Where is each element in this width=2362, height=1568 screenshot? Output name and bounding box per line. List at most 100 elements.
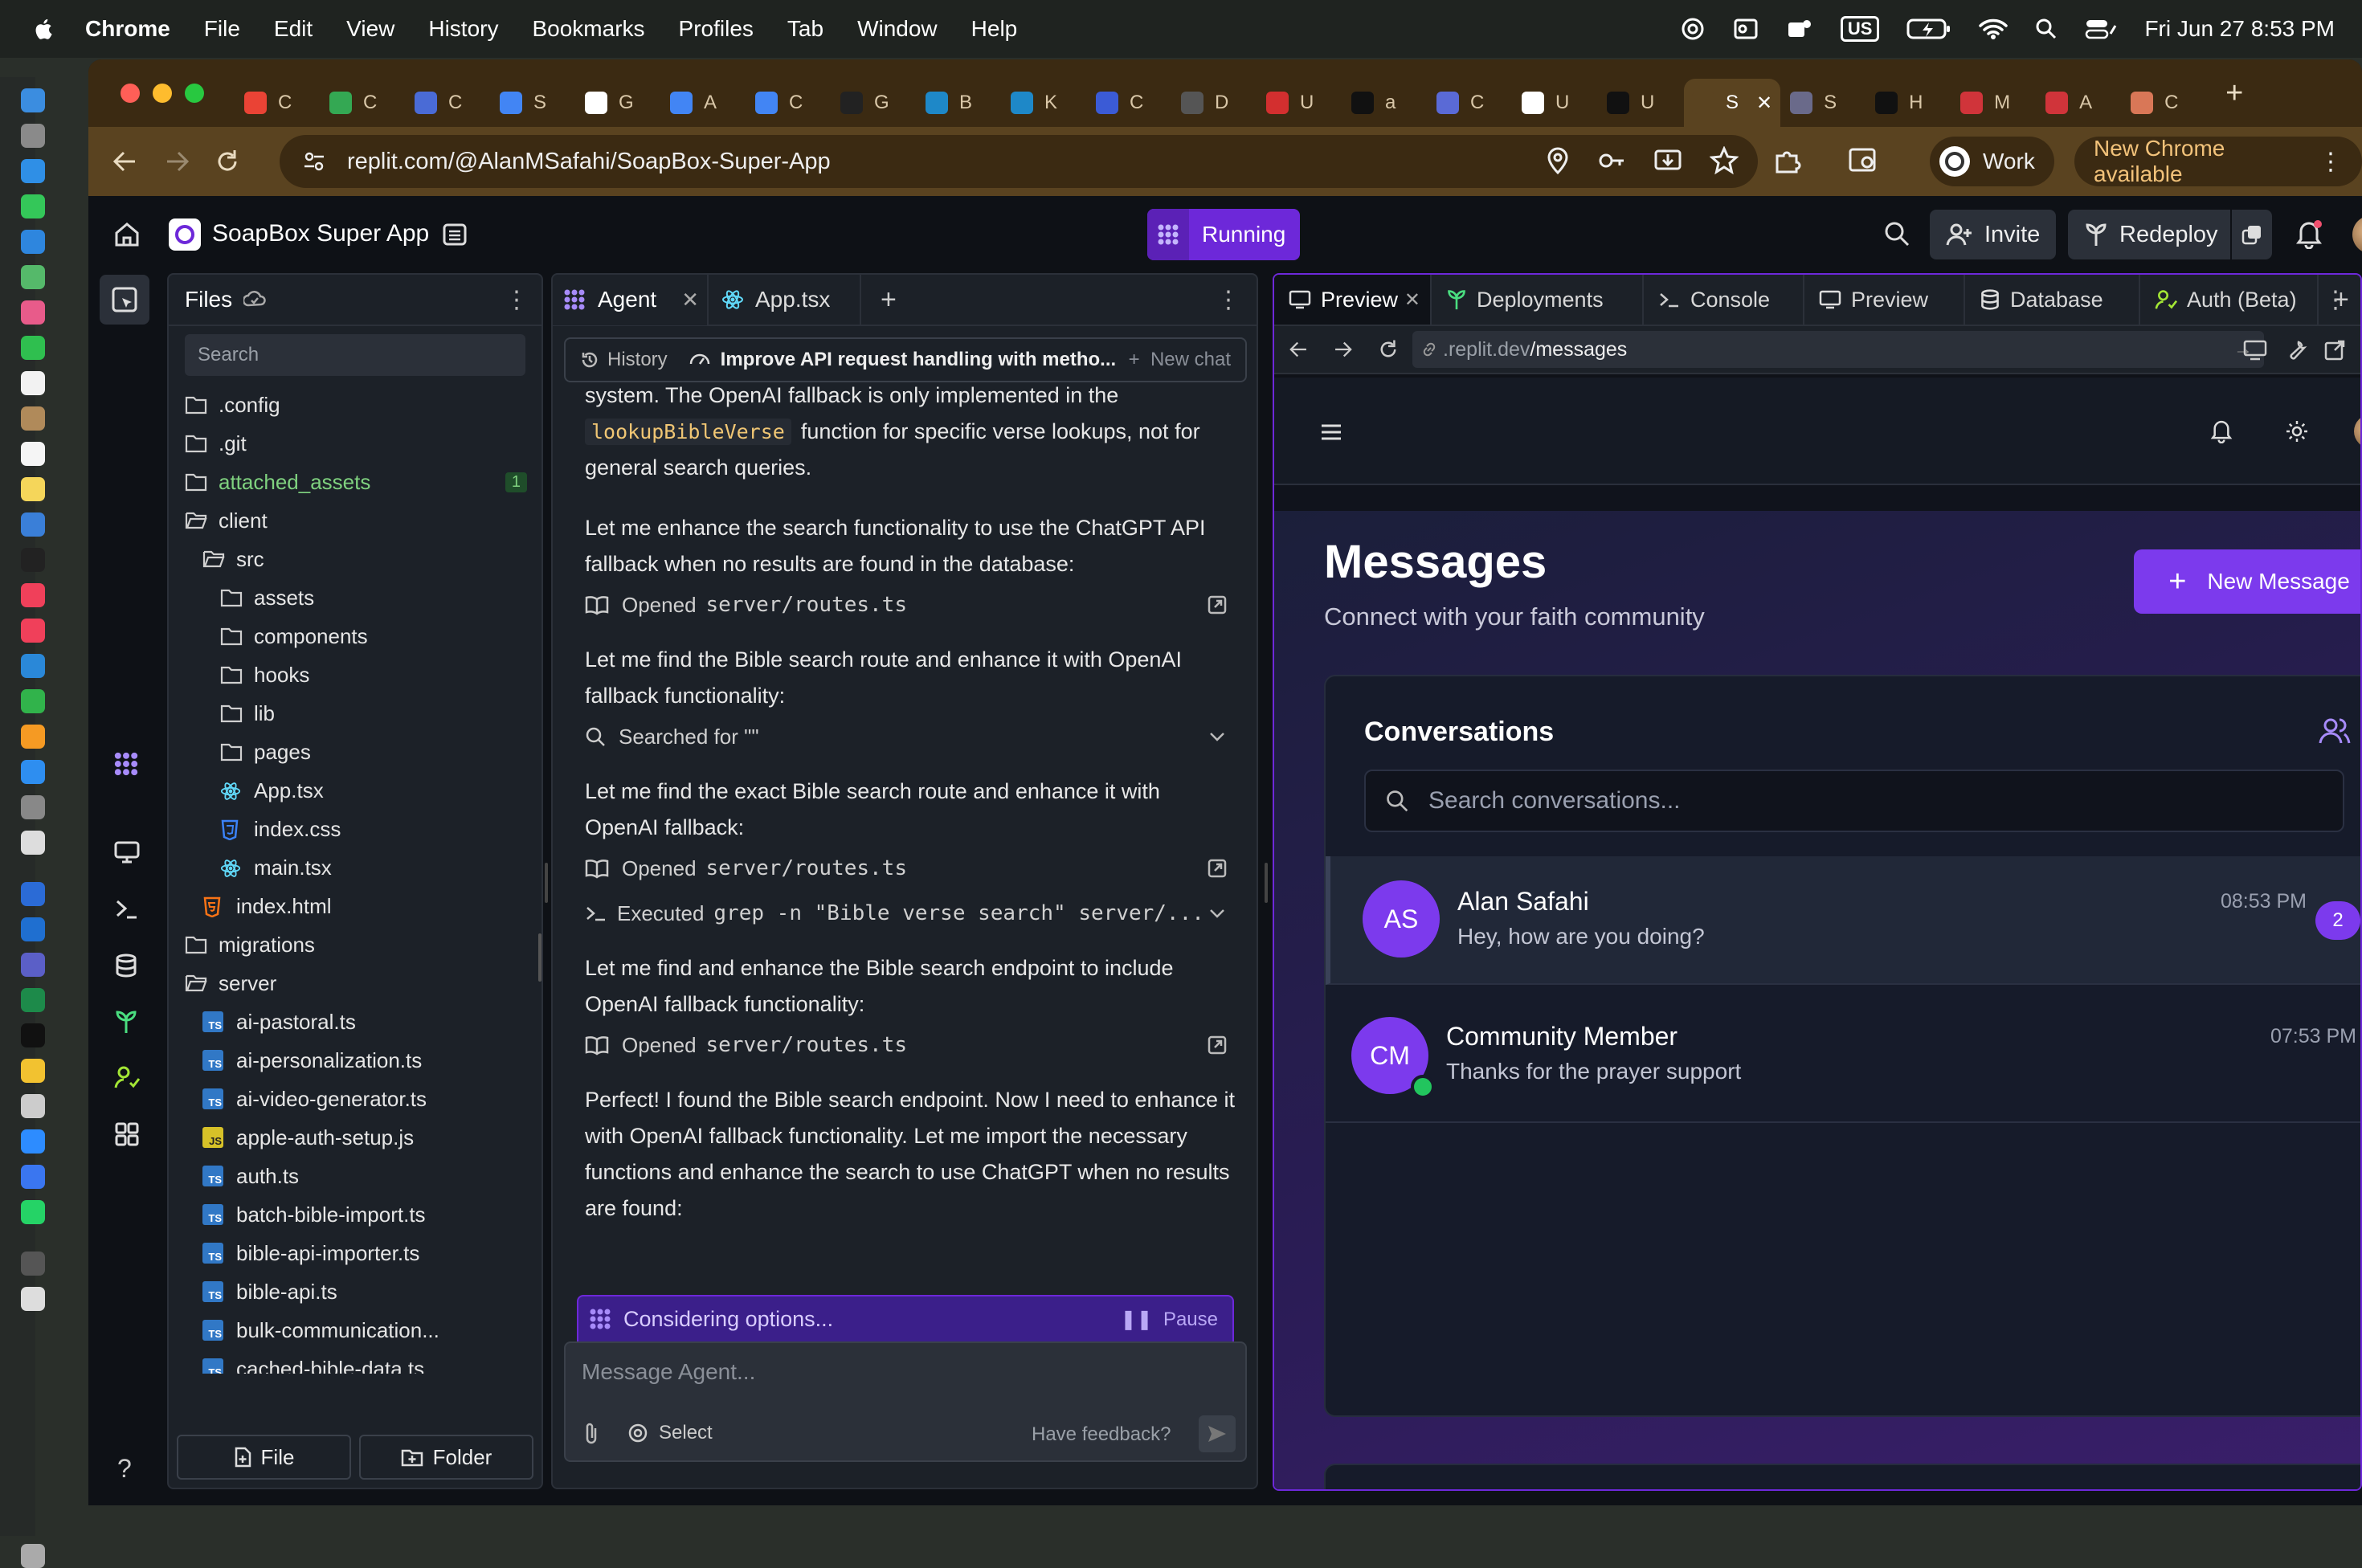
open-in-editor-icon[interactable] [1207,594,1228,615]
launchpad-icon[interactable] [21,124,45,148]
browser-tab[interactable]: G [577,79,660,127]
conversation-search-input[interactable]: Search conversations... [1364,770,2344,832]
tool-executed[interactable]: Executed grep -n "Bible verse search" ser… [585,891,1236,936]
conversation-item[interactable]: CM Community Member Thanks for the praye… [1326,986,2360,1123]
file-tree-item[interactable]: client [169,501,541,540]
file-tree-item[interactable]: migrations [169,925,541,964]
clock-datetime[interactable]: Fri Jun 27 8:53 PM [2144,16,2335,42]
devices-icon[interactable] [2243,339,2267,361]
file-tree-item[interactable]: TS ai-pastoral.ts [169,1002,541,1041]
history-label[interactable]: History [607,349,668,371]
open-new-window-icon[interactable] [2323,339,2346,361]
new-message-button[interactable]: + New Message [2134,549,2360,614]
freeform-icon[interactable] [21,512,45,537]
project-avatar-icon[interactable] [169,218,201,251]
menu-help[interactable]: Help [971,16,1018,42]
tab-deployments[interactable]: Deployments [1432,275,1644,325]
maps-icon[interactable] [21,265,45,289]
site-settings-icon[interactable] [302,149,326,174]
close-tab-icon[interactable]: ✕ [1404,288,1420,312]
file-tree-item[interactable]: TS ai-personalization.ts [169,1041,541,1080]
file-tree-item[interactable]: attached_assets 1 [169,463,541,501]
project-name[interactable]: SoapBox Super App [212,220,429,247]
outlook-icon[interactable] [21,917,45,941]
browser-tab[interactable]: U [1258,79,1342,127]
tab-preview-active[interactable]: Preview ✕ [1274,275,1432,325]
mail-icon[interactable] [21,230,45,254]
browser-tab[interactable]: K [1003,79,1086,127]
control-center-icon[interactable] [2085,18,2117,40]
new-chat-button[interactable]: + New chat [1129,349,1231,371]
file-tree-item[interactable]: index.css [169,810,541,848]
file-tree-item[interactable]: pages [169,733,541,771]
teams-status-icon[interactable] [1786,16,1813,42]
menu-app-name[interactable]: Chrome [85,16,170,42]
browser-tab[interactable]: C [407,79,490,127]
battery-icon[interactable] [1906,18,1951,40]
workspace-menu-icon[interactable] [442,222,468,247]
notifications-bell-icon[interactable] [2295,218,2323,249]
files-search-input[interactable]: Search [185,334,525,376]
keynote-icon[interactable] [21,654,45,678]
tv-icon[interactable] [21,548,45,572]
deploy-menu-button[interactable] [2230,210,2272,259]
file-tree-item[interactable]: main.tsx [169,848,541,887]
finder-icon[interactable] [21,88,45,112]
history-icon[interactable] [580,350,599,370]
file-tree-item[interactable]: .git [169,424,541,463]
redeploy-button[interactable]: Redeploy [2068,210,2234,259]
invite-button[interactable]: Invite [1930,210,2057,259]
open-in-editor-icon[interactable] [1207,1035,1228,1056]
agent-rail-icon[interactable] [112,750,140,778]
new-file-button[interactable]: File [177,1435,351,1480]
browser-tab[interactable]: U [1599,79,1682,127]
browser-tab[interactable]: C [321,79,405,127]
agent-input-box[interactable]: Message Agent... Select Have feedback? [564,1341,1247,1462]
deployments-rail-icon[interactable] [114,1009,138,1035]
send-button[interactable] [1199,1415,1236,1452]
notifications-bell-icon[interactable] [2209,418,2233,443]
file-tree-item[interactable]: TS bulk-communication... [169,1311,541,1350]
file-tree-item[interactable]: server [169,964,541,1002]
reload-icon[interactable] [214,148,241,175]
excel-icon[interactable] [21,988,45,1012]
menu-view[interactable]: View [346,16,394,42]
all-tools-icon[interactable] [114,1121,140,1147]
trash-icon[interactable] [21,1544,45,1568]
notes-icon[interactable] [21,477,45,501]
location-icon[interactable] [1546,146,1570,175]
maximize-window-icon[interactable] [185,84,204,103]
outlook-status-icon[interactable] [1733,16,1759,42]
forward-icon[interactable] [164,148,191,175]
messages-icon[interactable] [21,194,45,218]
select-element-button[interactable]: Select [627,1422,713,1444]
printer-icon[interactable] [21,1094,45,1118]
browser-tab[interactable]: H [1867,79,1951,127]
auth-rail-icon[interactable] [114,1065,140,1089]
file-tree-item[interactable]: TS cached-bible-data.ts [169,1350,541,1374]
close-tab-icon[interactable]: ✕ [681,288,699,312]
tool-searched[interactable]: Searched for "" [585,714,1236,759]
help-icon[interactable]: ? [117,1454,132,1484]
database-rail-icon[interactable] [114,953,138,978]
terminal-icon[interactable] [21,1023,45,1047]
tab-database[interactable]: Database [1965,275,2140,325]
search-icon[interactable] [1883,220,1910,247]
browser-tab[interactable]: S ✕ [1684,79,1781,127]
user-avatar[interactable] [2352,215,2362,254]
word-icon[interactable] [21,882,45,906]
feedback-link[interactable]: Have feedback? [1032,1423,1171,1446]
panel-resize-handle[interactable] [545,863,548,903]
menu-history[interactable]: History [428,16,498,42]
console-rail-icon[interactable] [114,896,140,921]
preview-url-field[interactable]: .replit.dev/messages → [1412,331,2264,368]
new-tab-icon[interactable]: + [2225,76,2243,111]
browser-tab[interactable]: a [1343,79,1427,127]
safari-icon[interactable] [21,159,45,183]
menu-profiles[interactable]: Profiles [679,16,754,42]
menu-bookmarks[interactable]: Bookmarks [532,16,644,42]
file-tree-item[interactable]: assets [169,578,541,617]
tab-console[interactable]: Console [1644,275,1804,325]
file-tree-item[interactable]: hooks [169,655,541,694]
tool-opened-file[interactable]: Opened server/routes.ts [585,1023,1236,1068]
